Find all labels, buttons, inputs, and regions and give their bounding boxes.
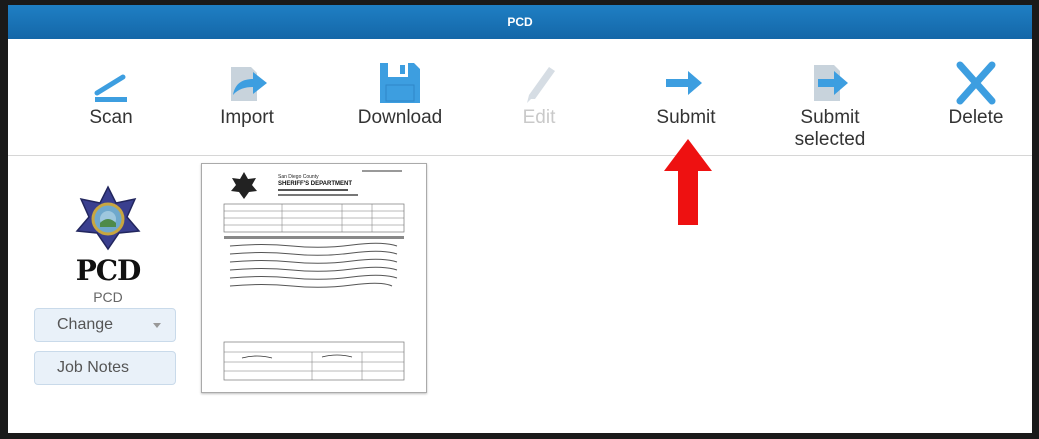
submit-selected-icon — [770, 59, 890, 107]
close-icon — [916, 59, 1032, 107]
window-title: PCD — [507, 15, 533, 29]
download-button[interactable]: Download — [340, 59, 460, 129]
submit-button[interactable]: Submit — [626, 59, 746, 129]
scan-label: Scan — [89, 107, 133, 128]
import-icon — [187, 59, 307, 107]
logo-text: PCD — [75, 254, 142, 287]
import-label: Import — [220, 107, 274, 128]
submit-arrow-icon — [626, 59, 746, 107]
profile-name: PCD — [93, 289, 123, 305]
edit-label: Edit — [522, 107, 556, 128]
callout-arrow-icon — [658, 137, 718, 232]
download-label: Download — [357, 107, 443, 128]
document-preview-image: San Diego County SHERIFF'S DEPARTMENT — [223, 170, 405, 381]
toolbar: Scan Import Download Edit Submit Submit … — [8, 39, 1032, 156]
edit-button[interactable]: Edit — [479, 59, 599, 129]
sheriff-star-icon — [48, 185, 168, 256]
profile-panel: PCD PCD — [48, 185, 168, 305]
download-icon — [340, 59, 460, 107]
chevron-down-icon — [153, 323, 161, 328]
change-dropdown[interactable]: Change — [34, 308, 176, 342]
change-label: Change — [57, 316, 114, 333]
job-notes-label: Job Notes — [57, 359, 130, 376]
app-window: PCD Scan Import Download Edit Submit Sub… — [8, 5, 1032, 433]
job-notes-button[interactable]: Job Notes — [34, 351, 176, 385]
thumb-header-line2: SHERIFF'S DEPARTMENT — [278, 181, 352, 187]
scan-icon — [51, 59, 171, 107]
import-button[interactable]: Import — [187, 59, 307, 129]
submit-selected-label-line2: selected — [794, 129, 866, 150]
scan-button[interactable]: Scan — [51, 59, 171, 129]
title-bar: PCD — [8, 5, 1032, 39]
delete-label: Delete — [948, 107, 1004, 128]
document-thumbnail[interactable]: San Diego County SHERIFF'S DEPARTMENT — [201, 163, 427, 393]
submit-label: Submit — [656, 107, 716, 128]
pencil-icon — [479, 59, 599, 107]
thumb-header-line1: San Diego County — [278, 174, 319, 180]
submit-selected-button[interactable]: Submit selected — [770, 59, 890, 151]
delete-button[interactable]: Delete — [916, 59, 1032, 129]
submit-selected-label-line1: Submit — [800, 107, 860, 128]
